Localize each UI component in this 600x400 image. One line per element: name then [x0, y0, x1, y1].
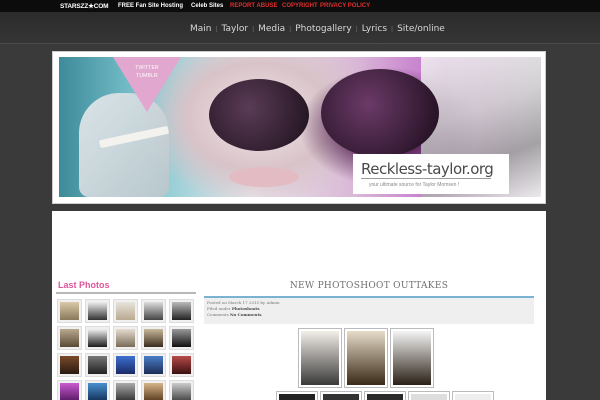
post-comments-link[interactable]: No Comments [230, 312, 262, 317]
link-report-abuse[interactable]: REPORT ABUSE [230, 3, 277, 9]
site-title: Reckless-taylor.org [361, 160, 494, 178]
post-photos-row [276, 391, 494, 400]
nav-item-media[interactable]: Media [258, 24, 285, 34]
post-photo[interactable] [344, 328, 388, 388]
photo-thumb[interactable] [141, 380, 166, 400]
link-free-hosting[interactable]: FREE Fan Site Hosting [118, 3, 183, 9]
post-photo[interactable] [298, 328, 342, 388]
starszz-logo[interactable]: STARSZZ★COM [60, 2, 108, 10]
post-photo[interactable] [452, 391, 494, 400]
photo-thumb[interactable] [141, 299, 166, 323]
photo-thumb[interactable] [113, 299, 138, 323]
sidebar-title-divider [56, 292, 196, 294]
photo-thumb[interactable] [57, 299, 82, 323]
header-banner-image: TWITTER TUMBLR Reckless-taylor.org your … [59, 57, 541, 197]
photo-thumb[interactable] [57, 353, 82, 377]
photo-thumb[interactable] [169, 299, 194, 323]
nav-separator: | [391, 25, 394, 33]
nav-item-photogallery[interactable]: Photogallery [295, 24, 351, 34]
site-logo-box[interactable]: Reckless-taylor.org your ultimate source… [353, 154, 509, 194]
post-photo[interactable] [390, 328, 434, 388]
nav-separator: | [355, 25, 358, 33]
banner-lips-shape [229, 167, 299, 187]
site-subtitle: your ultimate source for Taylor Momsen ! [369, 182, 460, 188]
post-meta-category-label: Filed under [207, 306, 231, 311]
link-privacy-policy[interactable]: PRIVACY POLICY [320, 3, 370, 9]
photo-thumb[interactable] [113, 353, 138, 377]
post-photo[interactable] [320, 391, 362, 400]
photo-thumb[interactable] [57, 380, 82, 400]
post-category-link[interactable]: Photoshoots [232, 306, 260, 311]
banner-sunglass-left [209, 79, 309, 151]
photo-thumb[interactable] [85, 353, 110, 377]
main-nav: Main | Taylor | Media | Photogallery | L… [190, 23, 445, 35]
last-photos-grid [57, 299, 197, 400]
nav-separator: | [215, 25, 218, 33]
header-banner-frame: TWITTER TUMBLR Reckless-taylor.org your … [52, 51, 546, 204]
link-celeb-sites[interactable]: Celeb Sites [191, 3, 223, 9]
post-photo[interactable] [276, 391, 318, 400]
photo-thumb[interactable] [85, 380, 110, 400]
photo-thumb[interactable] [141, 353, 166, 377]
photo-thumb[interactable] [113, 380, 138, 400]
photo-thumb[interactable] [169, 353, 194, 377]
nav-item-main[interactable]: Main [190, 24, 212, 34]
sidebar-title: Last Photos [58, 280, 110, 290]
banner-sunglass-right [321, 69, 439, 157]
post-meta-comments-label: Comments [207, 312, 229, 317]
photo-thumb[interactable] [141, 326, 166, 350]
photo-thumb[interactable] [113, 326, 138, 350]
post-title[interactable]: NEW PHOTOSHOOT OUTTAKES [204, 281, 534, 291]
twitter-link[interactable]: TWITTER [113, 64, 181, 72]
post-photo[interactable] [364, 391, 406, 400]
nav-item-lyrics[interactable]: Lyrics [362, 24, 387, 34]
nav-item-site-online[interactable]: Site/online [397, 24, 445, 34]
photo-thumb[interactable] [85, 326, 110, 350]
post-photos-row [298, 328, 434, 388]
site-title-underline [361, 178, 491, 179]
tumblr-link[interactable]: TUMBLR [113, 72, 181, 80]
nav-separator: | [289, 25, 292, 33]
content-panel: Last Photos NEW PHOTOSHOOT OUTTAKES Post… [52, 211, 546, 400]
nav-item-taylor[interactable]: Taylor [222, 24, 249, 34]
photo-thumb[interactable] [57, 326, 82, 350]
post-meta-comments: Comments No Comments [207, 312, 531, 318]
link-copyright[interactable]: COPYRIGHT [282, 3, 318, 9]
top-bar: STARSZZ★COM FREE Fan Site Hosting Celeb … [0, 0, 600, 12]
post-meta: Posted on March 17 2015 by Admin Filed u… [204, 298, 534, 324]
nav-separator: | [252, 25, 255, 33]
photo-thumb[interactable] [169, 326, 194, 350]
photo-thumb[interactable] [169, 380, 194, 400]
social-links: TWITTER TUMBLR [113, 64, 181, 80]
post-photo[interactable] [408, 391, 450, 400]
photo-thumb[interactable] [85, 299, 110, 323]
